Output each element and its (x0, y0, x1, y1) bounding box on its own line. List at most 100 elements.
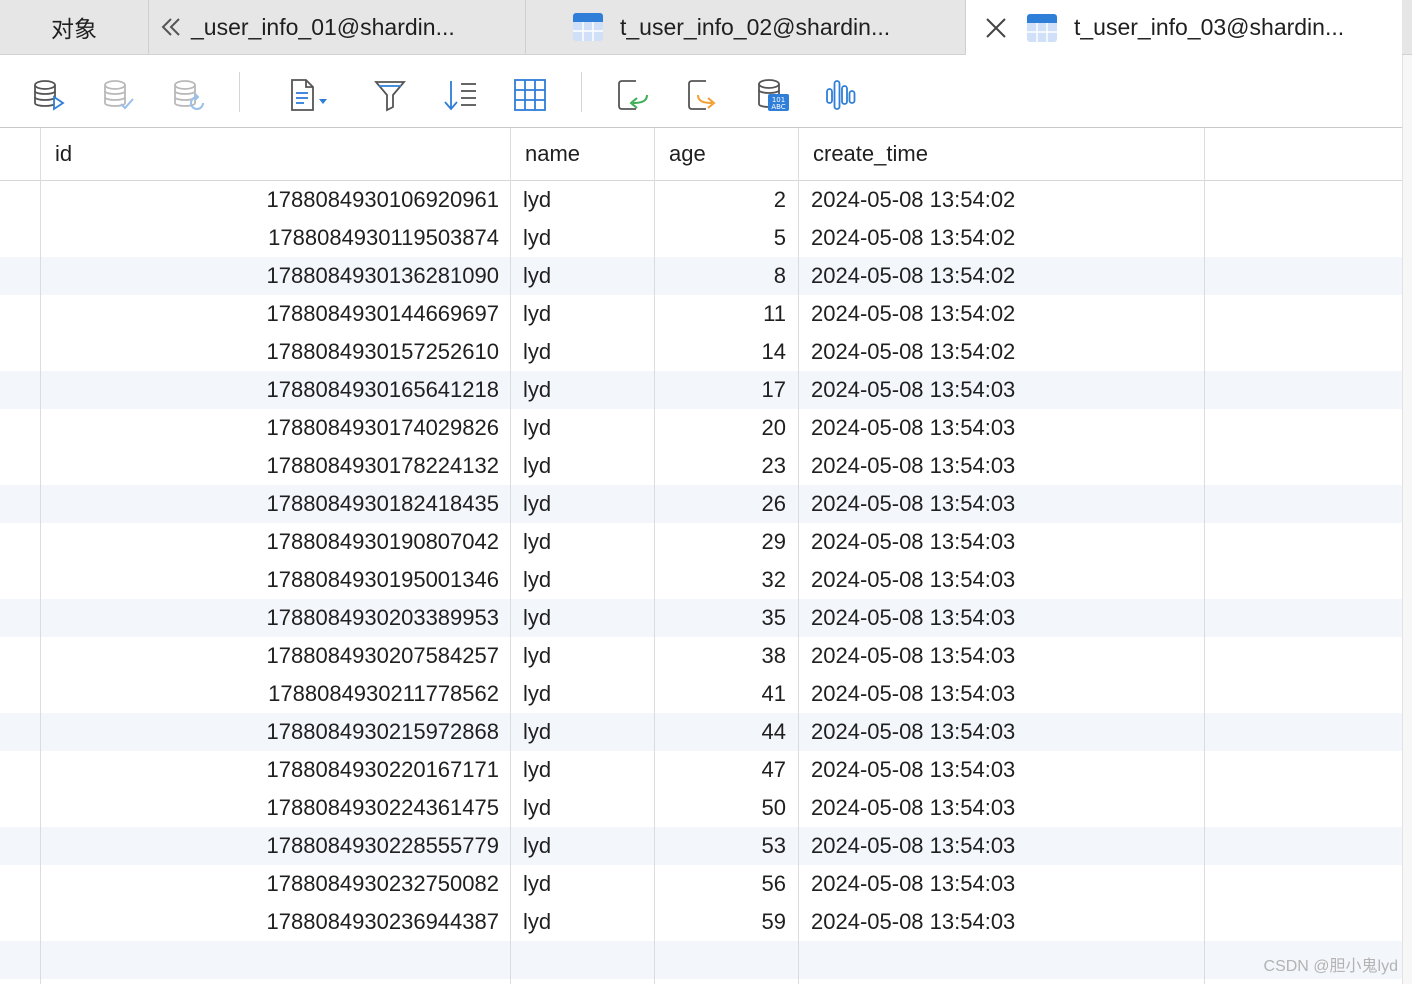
table-row[interactable]: 1788084930215972868 lyd 44 2024-05-08 13:54… (0, 713, 1402, 751)
cell-create-time[interactable]: 2024-05-08 13:54:02 (799, 219, 1205, 257)
cell-age[interactable]: 20 (655, 409, 798, 447)
table-row[interactable]: 1788084930211778562 lyd 41 2024-05-08 13:54… (0, 675, 1402, 713)
cell-name[interactable]: lyd (511, 257, 654, 295)
scroll-tabs-left-icon[interactable] (157, 13, 185, 41)
cell-id[interactable]: 1788084930190807042 (40, 523, 511, 561)
column-header-age[interactable]: age (655, 128, 799, 180)
cell-create-time[interactable]: 2024-05-08 13:54:03 (799, 523, 1205, 561)
cell-create-time[interactable]: 2024-05-08 13:54:03 (799, 751, 1205, 789)
cell-age[interactable]: 5 (655, 219, 798, 257)
cell-age[interactable]: 35 (655, 599, 798, 637)
cell-name[interactable]: lyd (511, 333, 654, 371)
cell-name[interactable]: lyd (511, 637, 654, 675)
cell-id[interactable]: 1788084930178224132 (40, 447, 511, 485)
cell-id[interactable]: 1788084930119503874 (40, 219, 511, 257)
close-tab-icon[interactable] (982, 14, 1010, 42)
cell-name[interactable]: lyd (511, 409, 654, 447)
cell-id[interactable]: 1788084930165641218 (40, 371, 511, 409)
cell-age[interactable]: 32 (655, 561, 798, 599)
table-row[interactable]: 1788084930106920961 lyd 2 2024-05-08 13:54:… (0, 181, 1402, 219)
table-row[interactable]: 1788084930144669697 lyd 11 2024-05-08 13:54… (0, 295, 1402, 333)
cell-create-time[interactable]: 2024-05-08 13:54:02 (799, 181, 1205, 219)
column-divider[interactable] (1204, 128, 1205, 984)
cell-name[interactable]: lyd (511, 865, 654, 903)
cell-id[interactable]: 1788084930174029826 (40, 409, 511, 447)
cell-id[interactable]: 1788084930232750082 (40, 865, 511, 903)
cell-name[interactable]: lyd (511, 599, 654, 637)
cell-id[interactable]: 1788084930157252610 (40, 333, 511, 371)
cell-id[interactable]: 1788084930182418435 (40, 485, 511, 523)
cell-create-time[interactable]: 2024-05-08 13:54:03 (799, 561, 1205, 599)
cell-name[interactable]: lyd (511, 295, 654, 333)
cell-name[interactable]: lyd (511, 219, 654, 257)
cell-age[interactable]: 26 (655, 485, 798, 523)
cell-age[interactable]: 59 (655, 903, 798, 941)
db-check-button[interactable] (98, 75, 138, 115)
document-dropdown-button[interactable] (284, 75, 332, 115)
table-row[interactable]: 1788084930119503874 lyd 5 2024-05-08 13:54:… (0, 219, 1402, 257)
cell-id[interactable]: 1788084930224361475 (40, 789, 511, 827)
table-row[interactable]: 1788084930220167171 lyd 47 2024-05-08 13:54… (0, 751, 1402, 789)
cell-name[interactable]: lyd (511, 675, 654, 713)
table-row[interactable]: 1788084930165641218 lyd 17 2024-05-08 13:54… (0, 371, 1402, 409)
cell-create-time[interactable]: 2024-05-08 13:54:03 (799, 485, 1205, 523)
cell-create-time[interactable]: 2024-05-08 13:54:02 (799, 257, 1205, 295)
column-header-name[interactable]: name (511, 128, 655, 180)
cell-age[interactable]: 41 (655, 675, 798, 713)
table-row[interactable]: 1788084930207584257 lyd 38 2024-05-08 13:54… (0, 637, 1402, 675)
cell-id[interactable]: 1788084930211778562 (40, 675, 511, 713)
grid-view-button[interactable] (510, 75, 550, 115)
cell-age[interactable]: 17 (655, 371, 798, 409)
cell-id[interactable]: 1788084930195001346 (40, 561, 511, 599)
cell-id[interactable]: 1788084930228555779 (40, 827, 511, 865)
column-divider[interactable] (510, 128, 511, 984)
filter-button[interactable] (370, 75, 410, 115)
table-row[interactable]: 1788084930174029826 lyd 20 2024-05-08 13:54… (0, 409, 1402, 447)
cell-name[interactable]: lyd (511, 447, 654, 485)
cell-name[interactable]: lyd (511, 713, 654, 751)
cell-age[interactable]: 53 (655, 827, 798, 865)
cell-name[interactable]: lyd (511, 789, 654, 827)
cell-age[interactable]: 11 (655, 295, 798, 333)
table-row[interactable]: 1788084930195001346 lyd 32 2024-05-08 13:54… (0, 561, 1402, 599)
tab-t-user-info-03[interactable]: t_user_info_03@shardin... (966, 0, 1402, 55)
cell-id[interactable]: 1788084930215972868 (40, 713, 511, 751)
table-row[interactable]: 1788084930224361475 lyd 50 2024-05-08 13:54… (0, 789, 1402, 827)
cell-age[interactable]: 8 (655, 257, 798, 295)
waveform-button[interactable] (822, 75, 862, 115)
cell-name[interactable]: lyd (511, 371, 654, 409)
cell-name[interactable]: lyd (511, 903, 654, 941)
cell-create-time[interactable]: 2024-05-08 13:54:03 (799, 675, 1205, 713)
table-row[interactable]: 1788084930178224132 lyd 23 2024-05-08 13:54… (0, 447, 1402, 485)
cell-name[interactable]: lyd (511, 561, 654, 599)
cell-create-time[interactable]: 2024-05-08 13:54:03 (799, 371, 1205, 409)
cell-age[interactable]: 2 (655, 181, 798, 219)
vertical-scrollbar[interactable] (1402, 55, 1412, 984)
cell-create-time[interactable]: 2024-05-08 13:54:03 (799, 447, 1205, 485)
cell-create-time[interactable]: 2024-05-08 13:54:03 (799, 827, 1205, 865)
cell-id[interactable]: 1788084930203389953 (40, 599, 511, 637)
table-row[interactable]: 1788084930136281090 lyd 8 2024-05-08 13:54:… (0, 257, 1402, 295)
column-divider[interactable] (654, 128, 655, 984)
cell-age[interactable]: 23 (655, 447, 798, 485)
cell-name[interactable]: lyd (511, 827, 654, 865)
tab-t-user-info-02[interactable]: t_user_info_02@shardin... (526, 0, 966, 54)
cell-create-time[interactable]: 2024-05-08 13:54:03 (799, 409, 1205, 447)
cell-id[interactable]: 1788084930236944387 (40, 903, 511, 941)
cell-create-time[interactable]: 2024-05-08 13:54:03 (799, 903, 1205, 941)
cell-id[interactable]: 1788084930106920961 (40, 181, 511, 219)
export-button[interactable] (682, 75, 722, 115)
cell-id[interactable]: 1788084930220167171 (40, 751, 511, 789)
table-row[interactable]: 1788084930203389953 lyd 35 2024-05-08 13:54… (0, 599, 1402, 637)
cell-name[interactable]: lyd (511, 485, 654, 523)
column-header-id[interactable]: id (41, 128, 511, 180)
tab-t-user-info-01[interactable]: _user_info_01@shardin... (149, 0, 526, 54)
db-refresh-button[interactable] (168, 75, 208, 115)
cell-age[interactable]: 56 (655, 865, 798, 903)
table-row[interactable]: 1788084930182418435 lyd 26 2024-05-08 13:54… (0, 485, 1402, 523)
data-grid[interactable]: id name age create_time 1788084930106920… (0, 128, 1402, 984)
db-text-button[interactable]: 101 ABC (752, 75, 792, 115)
table-row[interactable]: 1788084930228555779 lyd 53 2024-05-08 13:54… (0, 827, 1402, 865)
cell-age[interactable]: 44 (655, 713, 798, 751)
db-run-button[interactable] (28, 75, 68, 115)
